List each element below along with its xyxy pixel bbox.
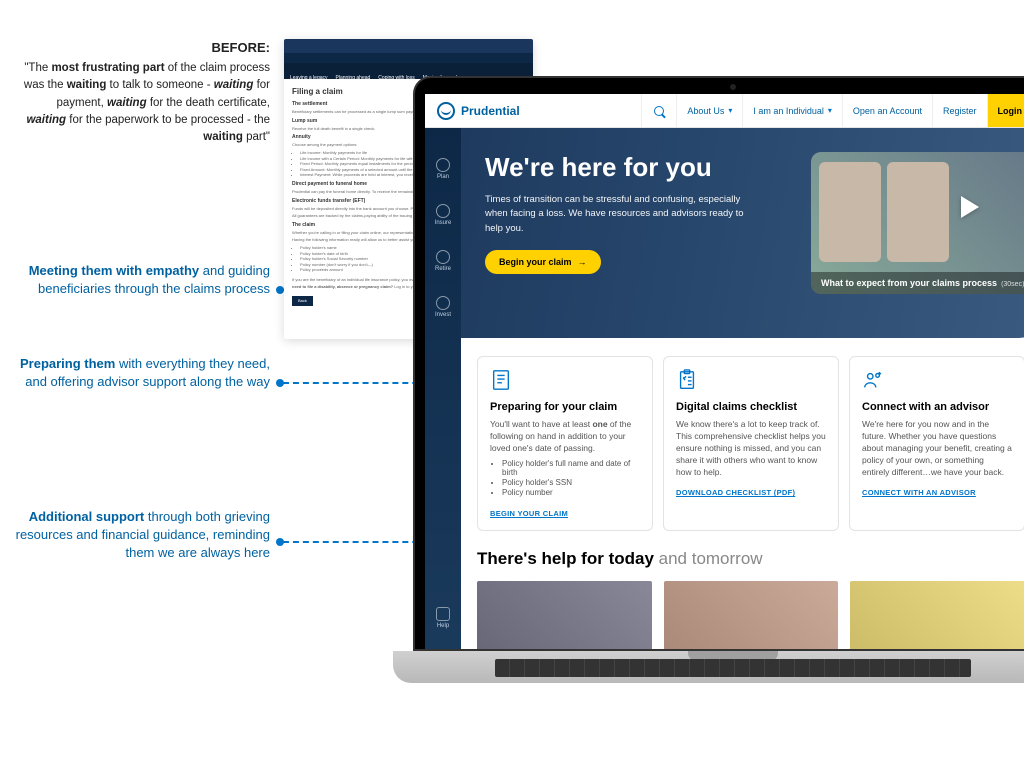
card-link-begin-claim[interactable]: BEGIN YOUR CLAIM [490,509,568,518]
card-title: Connect with an advisor [862,401,1012,413]
checklist-icon [676,369,698,393]
help-image-guidance[interactable] [664,581,839,649]
plan-icon [436,158,450,172]
video-thumbnail [819,162,949,262]
laptop-mockup: Prudential About Us▾ I am an Individual▾… [413,76,1024,683]
search-button[interactable] [641,94,676,127]
help-icon [436,607,450,621]
search-icon [654,106,664,116]
card-advisor: Connect with an advisor We're here for y… [849,356,1024,531]
card-body: We're here for you now and in the future… [862,419,1012,478]
laptop-keyboard [393,651,1024,683]
before-quote: "The most frustrating part of the claim … [15,60,270,146]
brand-text: Prudential [461,104,520,118]
card-body: We know there's a lot to keep track of. … [676,419,826,478]
prudential-logo-icon [437,102,455,120]
nav-persona-selector[interactable]: I am an Individual▾ [742,94,842,127]
video-card[interactable]: What to expect from your claims process(… [811,152,1024,294]
sidebar-item-plan[interactable]: Plan [436,158,450,180]
hero: We're here for you Times of transition c… [461,128,1024,338]
chevron-down-icon: ▾ [728,106,732,115]
card-bullets: Policy holder's full name and date of bi… [502,459,640,497]
nav-register[interactable]: Register [932,94,987,127]
camera-dot [730,84,736,90]
nav-login[interactable]: Login → [987,94,1024,127]
card-body: You'll want to have at least one of the … [490,419,640,455]
callout-empathy: Meeting them with empathy and guiding be… [10,262,270,298]
insure-icon [436,204,450,218]
card-link-connect-advisor[interactable]: CONNECT WITH AN ADVISOR [862,488,976,497]
arrow-right-icon: → [578,257,587,267]
nav-about-us[interactable]: About Us▾ [676,94,742,127]
sidebar: Plan Insure Retire Invest Help [425,128,461,649]
begin-claim-button[interactable]: Begin your claim→ [485,250,601,274]
card-title: Preparing for your claim [490,401,640,413]
advisor-icon [862,369,884,393]
nav-open-account[interactable]: Open an Account [842,94,932,127]
help-section: There's help for today and tomorrow [461,549,1024,649]
card-link-download-checklist[interactable]: DOWNLOAD CHECKLIST (PDF) [676,488,795,497]
hero-body: Times of transition can be stressful and… [485,193,745,236]
chevron-down-icon: ▾ [828,106,832,115]
brand[interactable]: Prudential [425,102,532,120]
help-image-support[interactable] [850,581,1024,649]
sidebar-item-help[interactable]: Help [436,607,450,629]
callout-preparing: Preparing them with everything they need… [10,355,270,391]
help-heading: There's help for today and tomorrow [477,549,1024,569]
help-image-grieving[interactable] [477,581,652,649]
retire-icon [436,250,450,264]
cards-row: Preparing for your claim You'll want to … [461,338,1024,549]
video-caption: What to expect from your claims process(… [811,272,1024,294]
sidebar-item-insure[interactable]: Insure [435,204,452,226]
sidebar-item-invest[interactable]: Invest [435,296,451,318]
play-icon[interactable] [961,196,979,218]
card-checklist: Digital claims checklist We know there's… [663,356,839,531]
top-nav: Prudential About Us▾ I am an Individual▾… [425,94,1024,128]
invest-icon [436,296,450,310]
sidebar-item-retire[interactable]: Retire [435,250,451,272]
card-preparing: Preparing for your claim You'll want to … [477,356,653,531]
before-label: BEFORE: [212,40,271,55]
document-icon [490,369,512,393]
callout-support: Additional support through both grieving… [10,508,270,563]
card-title: Digital claims checklist [676,401,826,413]
